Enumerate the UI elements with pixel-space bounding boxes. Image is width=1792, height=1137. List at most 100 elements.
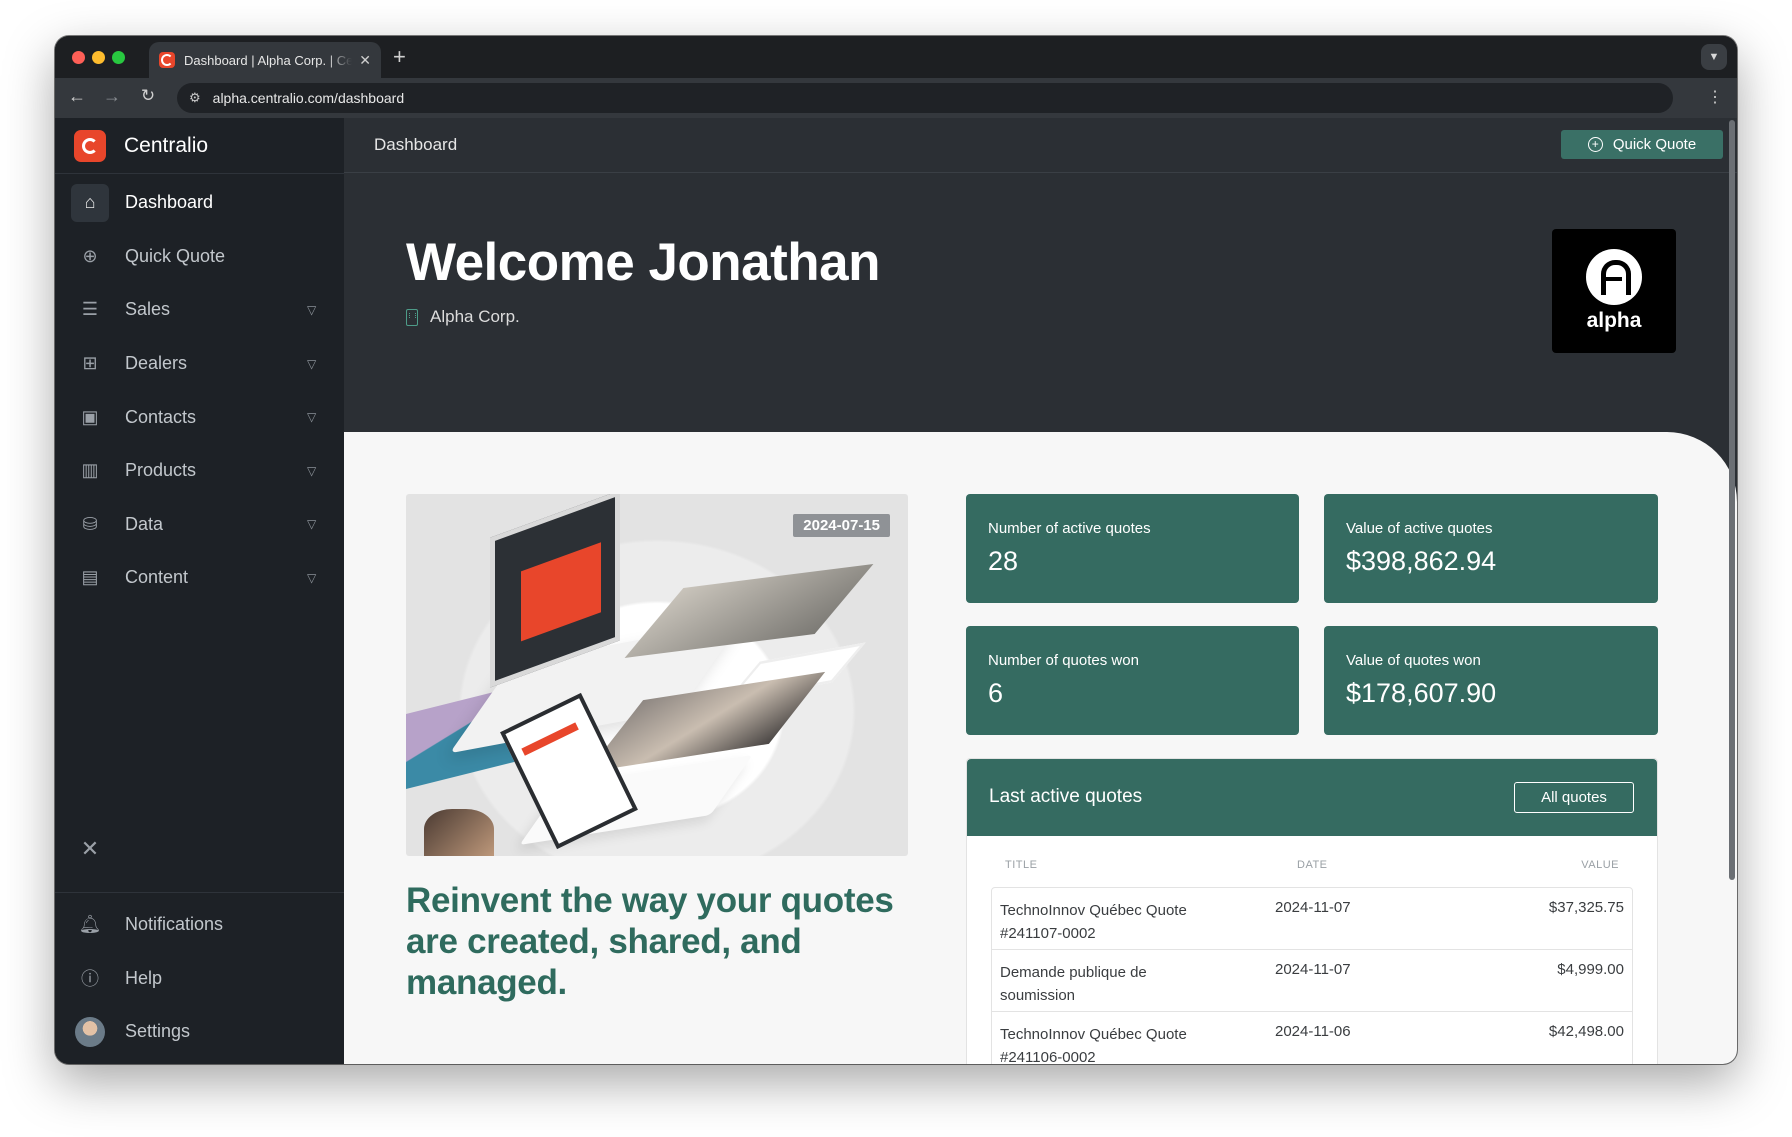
brand[interactable]: Centralio xyxy=(74,130,208,162)
bell-icon: 🔔︎ xyxy=(78,914,102,935)
tab-title: Dashboard | Alpha Corp. | Centralio xyxy=(184,52,352,68)
stat-value: $398,862.94 xyxy=(1346,546,1497,576)
sidebar-item-label: Data xyxy=(125,513,164,534)
quote-value: $4,999.00 xyxy=(1557,961,1624,978)
sidebar-item-label: Quick Quote xyxy=(125,245,226,266)
sidebar-item-label: Content xyxy=(125,567,189,588)
database-icon: ⛁ xyxy=(82,513,98,534)
quote-date: 2024-11-07 xyxy=(1275,961,1351,978)
sidebar-item-products[interactable]: ▥ Products ▽ xyxy=(55,444,344,498)
sidebar-item-notifications[interactable]: 🔔︎ Notifications xyxy=(55,898,344,952)
close-window-button[interactable] xyxy=(72,51,85,64)
site-settings-icon[interactable]: ⚙ xyxy=(189,90,201,106)
sidebar-item-contacts[interactable]: ▣ Contacts ▽ xyxy=(55,390,344,444)
alpha-logo-icon xyxy=(1586,249,1642,305)
help-icon: ⓘ xyxy=(81,969,99,990)
address-url: alpha.centralio.com/dashboard xyxy=(212,90,405,106)
back-arrow-icon[interactable]: ← xyxy=(65,86,89,107)
centralio-favicon-icon xyxy=(159,52,175,68)
browser-window: Dashboard | Alpha Corp. | Centralio ✕ + … xyxy=(55,36,1737,1064)
stat-label: Value of active quotes xyxy=(1346,520,1493,537)
table-row[interactable]: Demande publique de soumission 2024-11-0… xyxy=(992,950,1632,1012)
browser-toolbar: ← → ↻ ⚙ alpha.centralio.com/dashboard ⋮ xyxy=(55,78,1737,118)
page-scrollbar[interactable] xyxy=(1729,120,1735,880)
browser-menu-icon[interactable]: ⋮ xyxy=(1707,87,1723,107)
tab-search-chevron-icon[interactable]: ▼ xyxy=(1701,44,1727,70)
quotes-table-header: TITLE DATE VALUE xyxy=(1005,859,1619,873)
table-row[interactable]: TechnoInnov Québec Quote #241106-0002 20… xyxy=(992,1012,1632,1064)
promo-image: 2024-07-15 xyxy=(406,494,908,856)
column-header-title: TITLE xyxy=(1005,859,1038,871)
home-icon: ⌂ xyxy=(71,183,109,222)
app: Centralio ⌂ Dashboard ⊕ Quick Quote ☰ Sa… xyxy=(55,118,1737,1064)
stat-card-active-value: Value of active quotes $398,862.94 xyxy=(1324,494,1658,603)
sidebar-item-settings[interactable]: Settings xyxy=(55,1005,344,1059)
maximize-window-button[interactable] xyxy=(112,51,125,64)
browser-tab[interactable]: Dashboard | Alpha Corp. | Centralio ✕ xyxy=(149,42,381,78)
welcome-heading: Welcome Jonathan xyxy=(406,233,881,292)
collapse-sidebar-close-icon[interactable]: ✕ xyxy=(75,834,105,864)
promo-photo xyxy=(624,564,874,658)
sidebar-item-content[interactable]: ▤ Content ▽ xyxy=(55,551,344,605)
sidebar: Centralio ⌂ Dashboard ⊕ Quick Quote ☰ Sa… xyxy=(55,118,344,1064)
quick-quote-label: Quick Quote xyxy=(1612,136,1697,153)
chevron-down-icon: ▽ xyxy=(307,570,317,585)
stat-label: Number of active quotes xyxy=(988,520,1151,537)
table-row[interactable]: TechnoInnov Québec Quote #241107-0002 20… xyxy=(992,888,1632,950)
reload-icon[interactable]: ↻ xyxy=(136,86,160,106)
newspaper-icon: ▤ xyxy=(81,567,99,588)
sidebar-item-data[interactable]: ⛁ Data ▽ xyxy=(55,498,344,552)
sidebar-item-label: Help xyxy=(125,967,163,988)
quotes-panel-title: Last active quotes xyxy=(989,786,1143,807)
quote-date: 2024-11-06 xyxy=(1275,1023,1351,1040)
sidebar-item-quick-quote[interactable]: ⊕ Quick Quote xyxy=(55,230,344,284)
network-icon: ⊞ xyxy=(82,353,98,374)
last-active-quotes-panel: Last active quotes All quotes TITLE DATE… xyxy=(966,758,1658,1064)
company-logo: alpha xyxy=(1552,229,1676,353)
stat-value: 6 xyxy=(988,678,1004,708)
quote-title: Demande publique de soumission xyxy=(1000,964,1147,1004)
all-quotes-button[interactable]: All quotes xyxy=(1514,782,1634,813)
quotes-panel-header: Last active quotes All quotes xyxy=(967,759,1657,836)
sidebar-item-sales[interactable]: ☰ Sales ▽ xyxy=(55,283,344,337)
page-title: Dashboard xyxy=(374,135,458,154)
stat-value: 28 xyxy=(988,546,1019,576)
avatar-icon xyxy=(71,1013,109,1051)
sidebar-item-help[interactable]: ⓘ Help xyxy=(55,952,344,1006)
stat-value: $178,607.90 xyxy=(1346,678,1497,708)
stat-card-active-count: Number of active quotes 28 xyxy=(966,494,1299,603)
stat-card-won-value: Value of quotes won $178,607.90 xyxy=(1324,626,1658,735)
column-header-value: VALUE xyxy=(1581,859,1619,871)
promo-photo xyxy=(424,809,494,856)
company-logo-text: alpha xyxy=(1586,309,1642,332)
stat-label: Number of quotes won xyxy=(988,652,1139,669)
new-tab-button[interactable]: + xyxy=(393,44,406,70)
sidebar-item-label: Notifications xyxy=(125,914,224,935)
list-icon: ☰ xyxy=(81,299,99,320)
forward-arrow-icon[interactable]: → xyxy=(100,86,124,107)
sidebar-item-dashboard[interactable]: ⌂ Dashboard xyxy=(55,176,344,230)
sidebar-item-label: Products xyxy=(125,460,197,481)
chevron-down-icon: ▽ xyxy=(307,302,317,317)
sidebar-item-dealers[interactable]: ⊞ Dealers ▽ xyxy=(55,337,344,391)
stat-card-won-count: Number of quotes won 6 xyxy=(966,626,1299,735)
tab-close-icon[interactable]: ✕ xyxy=(359,52,371,69)
chevron-down-icon: ▽ xyxy=(307,517,317,532)
quotes-table: TechnoInnov Québec Quote #241107-0002 20… xyxy=(991,887,1633,1064)
promo-date-badge: 2024-07-15 xyxy=(793,514,890,537)
sidebar-item-label: Settings xyxy=(125,1021,191,1042)
company-label: Alpha Corp. xyxy=(406,307,520,327)
sidebar-divider xyxy=(55,173,344,174)
quick-quote-button[interactable]: + Quick Quote xyxy=(1561,130,1723,159)
quote-value: $37,325.75 xyxy=(1548,899,1624,916)
brand-name: Centralio xyxy=(124,134,209,157)
quote-title: TechnoInnov Québec Quote #241107-0002 xyxy=(1000,902,1187,942)
centralio-logo-icon xyxy=(74,130,106,162)
barcode-icon: ▥ xyxy=(81,460,99,481)
top-bar: Dashboard + Quick Quote xyxy=(344,118,1737,173)
promo-tagline: Reinvent the way your quotes are created… xyxy=(406,881,894,1002)
chevron-down-icon: ▽ xyxy=(307,463,317,478)
address-bar[interactable]: ⚙ alpha.centralio.com/dashboard xyxy=(177,83,1673,113)
main-area: Dashboard + Quick Quote Welcome Jonathan… xyxy=(344,118,1737,1064)
minimize-window-button[interactable] xyxy=(92,51,105,64)
